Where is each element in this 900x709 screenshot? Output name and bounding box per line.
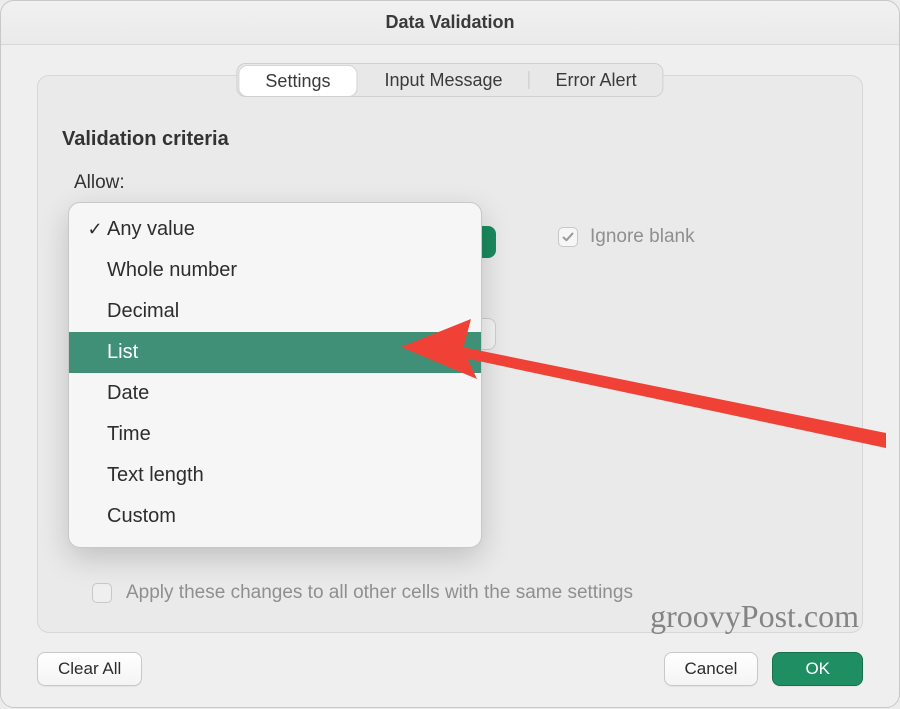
dialog-title: Data Validation — [1, 1, 899, 45]
dialog-window: Data Validation Validation criteria Allo… — [0, 0, 900, 708]
allow-label: Allow: — [74, 172, 125, 194]
cancel-button[interactable]: Cancel — [664, 652, 759, 686]
content-panel: Validation criteria Allow: Ignore blank … — [37, 75, 863, 633]
allow-option-time[interactable]: Time — [69, 414, 481, 455]
ignore-blank-checkbox[interactable] — [558, 227, 578, 247]
allow-option-label: Whole number — [107, 259, 237, 282]
ok-button[interactable]: OK — [772, 652, 863, 686]
checkmark-icon — [562, 231, 574, 243]
ignore-blank-row: Ignore blank — [558, 226, 695, 248]
allow-option-any-value[interactable]: ✓ Any value — [69, 209, 481, 250]
allow-dropdown-menu[interactable]: ✓ Any value Whole number Decimal List Da… — [68, 202, 482, 548]
tabbar: Settings Input Message Error Alert — [236, 63, 663, 97]
button-bar: Clear All Cancel OK — [37, 649, 863, 689]
allow-option-label: Custom — [107, 505, 176, 528]
allow-option-label: Date — [107, 382, 149, 405]
allow-option-date[interactable]: Date — [69, 373, 481, 414]
allow-option-label: Any value — [107, 218, 195, 241]
allow-option-label: List — [107, 341, 138, 364]
apply-changes-label: Apply these changes to all other cells w… — [126, 582, 633, 604]
allow-option-label: Time — [107, 423, 151, 446]
apply-changes-checkbox[interactable] — [92, 583, 112, 603]
allow-option-whole-number[interactable]: Whole number — [69, 250, 481, 291]
tab-settings[interactable]: Settings — [239, 66, 356, 96]
tab-input-message[interactable]: Input Message — [358, 64, 528, 96]
section-title-criteria: Validation criteria — [62, 128, 229, 151]
allow-option-custom[interactable]: Custom — [69, 496, 481, 537]
allow-option-label: Text length — [107, 464, 204, 487]
allow-option-decimal[interactable]: Decimal — [69, 291, 481, 332]
ignore-blank-label: Ignore blank — [590, 226, 695, 248]
tab-error-alert[interactable]: Error Alert — [530, 64, 663, 96]
allow-option-label: Decimal — [107, 300, 179, 323]
apply-changes-row: Apply these changes to all other cells w… — [92, 582, 633, 604]
clear-all-button[interactable]: Clear All — [37, 652, 142, 686]
allow-option-list[interactable]: List — [69, 332, 481, 373]
allow-option-text-length[interactable]: Text length — [69, 455, 481, 496]
checkmark-icon: ✓ — [83, 219, 107, 240]
